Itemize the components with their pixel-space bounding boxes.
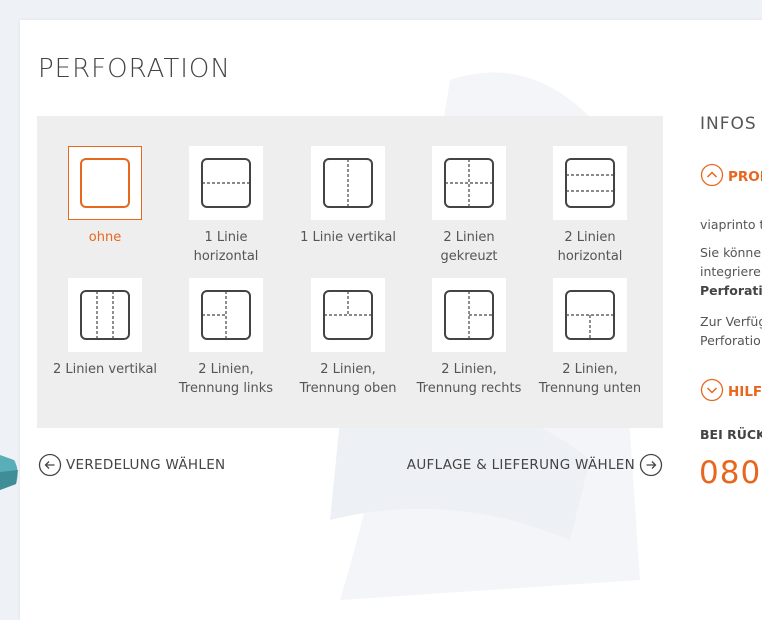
sidebar-text-bold: Perforatio (700, 283, 762, 298)
perforation-split-top-icon (323, 290, 373, 340)
option-trennung-rechts[interactable]: 2 Linien, Trennung rechts (414, 278, 524, 398)
sidebar-text: integriere (700, 264, 761, 279)
option-2-linien-horizontal[interactable]: 2 Linien horizontal (535, 146, 645, 266)
option-label: 2 Linien, Trennung unten (538, 362, 642, 396)
perforation-split-right-icon (444, 290, 494, 340)
option-label: 1 Linie vertikal (300, 230, 396, 245)
option-label: 1 Linie horizontal (193, 230, 259, 264)
option-2-linien-gekreuzt[interactable]: 2 Linien gekreuzt (414, 146, 524, 266)
product-info-toggle[interactable]: PROD (700, 163, 762, 191)
perforation-2-vertical-icon (80, 290, 130, 340)
option-tile (432, 278, 506, 352)
page-title: PERFORATION (38, 54, 231, 84)
option-1-linie-vertikal[interactable]: 1 Linie vertikal (293, 146, 403, 247)
product-info-label: PROD (728, 169, 762, 185)
chevron-up-circle-icon (700, 163, 724, 191)
help-toggle[interactable]: HILF (700, 378, 762, 406)
option-label: 2 Linien vertikal (52, 362, 158, 377)
perforation-split-left-icon (201, 290, 251, 340)
back-button[interactable]: VEREDELUNG WÄHLEN (38, 453, 225, 477)
perforation-2-crossed-icon (444, 158, 494, 208)
option-tile (68, 278, 142, 352)
option-tile (311, 278, 385, 352)
option-trennung-unten[interactable]: 2 Linien, Trennung unten (535, 278, 645, 398)
option-tile (189, 278, 263, 352)
arrow-right-circle-icon (639, 453, 663, 477)
back-button-label: VEREDELUNG WÄHLEN (66, 457, 226, 473)
option-label: 2 Linien horizontal (557, 230, 623, 264)
questions-label: BEI RÜCK (700, 427, 762, 442)
arrow-left-circle-icon (38, 453, 62, 477)
option-tile (553, 146, 627, 220)
perforation-none-icon (80, 158, 130, 208)
option-label: 2 Linien, Trennung oben (299, 362, 397, 396)
option-tile (553, 278, 627, 352)
chevron-down-circle-icon (700, 378, 724, 406)
perforation-1-horizontal-icon (201, 158, 251, 208)
option-trennung-oben[interactable]: 2 Linien, Trennung oben (293, 278, 403, 398)
option-tile (189, 146, 263, 220)
decorative-object (0, 455, 18, 490)
perforation-split-bottom-icon (565, 290, 615, 340)
option-2-linien-vertikal[interactable]: 2 Linien vertikal (50, 278, 160, 379)
help-label: HILF (728, 384, 762, 400)
sidebar-text: viaprinto t (700, 217, 762, 232)
option-label: 2 Linien, Trennung rechts (416, 362, 522, 396)
option-tile (311, 146, 385, 220)
perforation-options-grid: ohne 1 Linie horizontal 1 Linie vertikal (37, 116, 663, 428)
next-button-label: AUFLAGE & LIEFERUNG WÄHLEN (406, 457, 635, 473)
option-tile (432, 146, 506, 220)
sidebar-text: Zur Verfüg (700, 314, 762, 329)
option-label: 2 Linien gekreuzt (440, 230, 498, 264)
perforation-1-vertical-icon (323, 158, 373, 208)
option-ohne[interactable]: ohne (50, 146, 160, 247)
option-1-linie-horizontal[interactable]: 1 Linie horizontal (171, 146, 281, 266)
sidebar-text: Perforatio (700, 333, 761, 348)
option-label: ohne (88, 230, 122, 245)
next-button[interactable]: AUFLAGE & LIEFERUNG WÄHLEN (407, 453, 663, 477)
sidebar-title: INFOS & (700, 114, 762, 134)
perforation-2-horizontal-icon (565, 158, 615, 208)
sidebar-text: Sie könne (700, 245, 762, 260)
phone-number[interactable]: 0800 (699, 455, 762, 491)
option-tile (68, 146, 142, 220)
option-trennung-links[interactable]: 2 Linien, Trennung links (171, 278, 281, 398)
option-label: 2 Linien, Trennung links (178, 362, 274, 396)
